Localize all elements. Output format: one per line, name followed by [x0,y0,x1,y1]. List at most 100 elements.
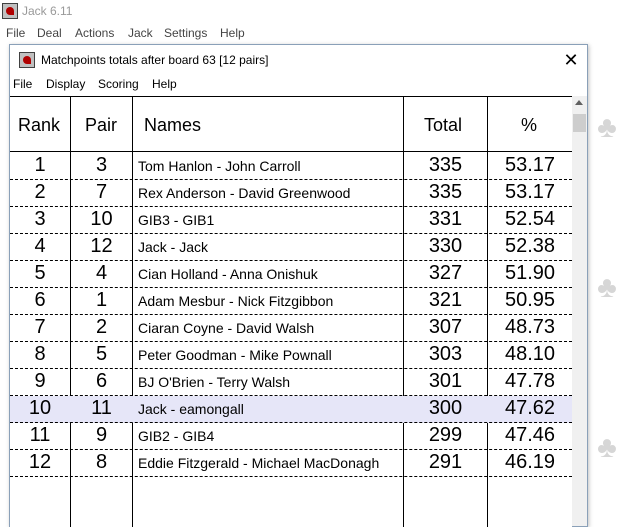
cell-rank: 2 [34,181,46,203]
app-titlebar: Jack 6.11 [0,0,627,24]
cell-total: 335 [428,154,463,176]
cell-names: Jack - Jack [138,239,209,255]
scroll-up-arrow-icon[interactable] [575,100,583,105]
cell-names: Jack - eamongall [138,401,244,417]
cell-pair: 8 [95,451,108,473]
app-menu-settings[interactable]: Settings [164,26,207,40]
cell-pair: 5 [95,343,108,365]
cell-names: BJ O'Brien - Terry Walsh [138,374,291,390]
app-title: Jack 6.11 [22,4,73,18]
header-divider [10,151,572,152]
close-icon[interactable]: ✕ [558,48,584,72]
cell-pair: 7 [95,181,108,203]
cell-total: 303 [428,343,463,365]
app-menu-file[interactable]: File [6,26,25,40]
cell-names: Ciaran Coyne - David Walsh [138,320,315,336]
cell-rank: 8 [34,343,46,365]
cell-rank: 7 [34,316,46,338]
table-row[interactable]: 12 8 Eddie Fitzgerald - Michael MacDonagh 2… [10,450,572,477]
club-suit-icon: ♣ [597,111,617,144]
cell-pair: 6 [95,370,108,392]
cell-names: Peter Goodman - Mike Pownall [138,347,332,363]
header-percent[interactable]: % [521,115,537,136]
app-menu-actions[interactable]: Actions [75,26,114,40]
cell-rank: 3 [34,208,46,230]
cell-pair: 4 [95,262,108,284]
table-row[interactable]: 1 3 Tom Hanlon - John Carroll 335 53.17 [10,153,572,180]
cell-names: Tom Hanlon - John Carroll [138,158,301,174]
table-row[interactable]: 5 4 Cian Holland - Anna Onishuk 327 51.90 [10,261,572,288]
club-suit-icon: ♣ [597,431,617,464]
cell-rank: 9 [34,370,46,392]
scrollbar-thumb[interactable] [573,114,586,132]
table-row[interactable]: 7 2 Ciaran Coyne - David Walsh 307 48.73 [10,315,572,342]
cell-total: 327 [428,262,463,284]
cell-total: 300 [428,397,463,419]
cell-percent: 47.46 [504,424,556,446]
table-row[interactable]: 3 10 GIB3 - GIB1 331 52.54 [10,207,572,234]
app-menubar: File Deal Actions Jack Settings Help [0,24,627,44]
cell-pair: 11 [91,397,112,419]
header-total[interactable]: Total [424,115,462,136]
cell-percent: 46.19 [504,451,556,473]
table-row[interactable]: 2 7 Rex Anderson - David Greenwood 335 53.17 [10,180,572,207]
cell-rank: 11 [29,424,51,446]
cell-total: 335 [428,181,463,203]
cell-total: 301 [428,370,463,392]
header-names[interactable]: Names [144,115,201,136]
cell-total: 299 [428,424,463,446]
app-menu-jack[interactable]: Jack [128,26,153,40]
table-row[interactable]: 6 1 Adam Mesbur - Nick Fitzgibbon 321 50.95 [10,288,572,315]
club-suit-icon: ♣ [597,271,617,304]
cell-percent: 53.17 [504,181,556,203]
cell-percent: 51.90 [504,262,556,284]
cell-pair: 2 [95,316,108,338]
menu-display[interactable]: Display [46,77,85,91]
cell-rank: 5 [34,262,46,284]
cell-total: 291 [428,451,463,473]
cell-rank: 6 [34,289,46,311]
table-row[interactable]: 8 5 Peter Goodman - Mike Pownall 303 48.10 [10,342,572,369]
jack-window-icon[interactable] [19,52,35,68]
cell-names: GIB3 - GIB1 [138,212,215,228]
results-window-title: Matchpoints totals after board 63 [12 pa… [41,53,269,67]
app-menu-help[interactable]: Help [220,26,245,40]
cell-names: Cian Holland - Anna Onishuk [138,266,318,282]
cell-percent: 47.62 [504,397,556,419]
cell-pair: 9 [95,424,108,446]
cell-total: 321 [428,289,463,311]
table-row[interactable]: 10 11 Jack - eamongall 300 47.62 [10,396,572,423]
header-rank[interactable]: Rank [18,115,60,136]
cell-percent: 47.78 [504,370,556,392]
table-row[interactable]: 9 6 BJ O'Brien - Terry Walsh 301 47.78 [10,369,572,396]
cell-names: Adam Mesbur - Nick Fitzgibbon [138,293,334,309]
results-menubar: File Display Scoring Help [10,75,587,95]
cell-names: Rex Anderson - David Greenwood [138,185,351,201]
app-menu-deal[interactable]: Deal [37,26,62,40]
cell-rank: 1 [34,154,46,176]
cell-rank: 12 [28,451,52,473]
cell-rank: 4 [34,235,46,257]
cell-names: GIB2 - GIB4 [138,428,215,444]
cell-rank: 10 [28,397,52,419]
cell-percent: 52.54 [504,208,556,230]
cell-total: 307 [428,316,463,338]
cell-pair: 12 [90,235,113,257]
cell-percent: 50.95 [504,289,556,311]
menu-file[interactable]: File [13,77,32,91]
jack-app-icon[interactable] [2,3,18,19]
cell-pair: 3 [95,154,108,176]
results-table: Rank Pair Names Total % 1 3 Tom Hanlon - J… [10,96,572,527]
cell-pair: 1 [95,289,108,311]
results-window: Matchpoints totals after board 63 [12 pa… [9,44,588,527]
cell-names: Eddie Fitzgerald - Michael MacDonagh [138,455,380,471]
vertical-scrollbar[interactable] [572,96,587,526]
menu-help[interactable]: Help [152,77,177,91]
menu-scoring[interactable]: Scoring [98,77,139,91]
cell-percent: 52.38 [504,235,556,257]
results-window-titlebar[interactable]: Matchpoints totals after board 63 [12 pa… [10,45,587,75]
table-row[interactable]: 4 12 Jack - Jack 330 52.38 [10,234,572,261]
header-pair[interactable]: Pair [85,115,117,136]
cell-percent: 53.17 [504,154,556,176]
table-row[interactable]: 11 9 GIB2 - GIB4 299 47.46 [10,423,572,450]
